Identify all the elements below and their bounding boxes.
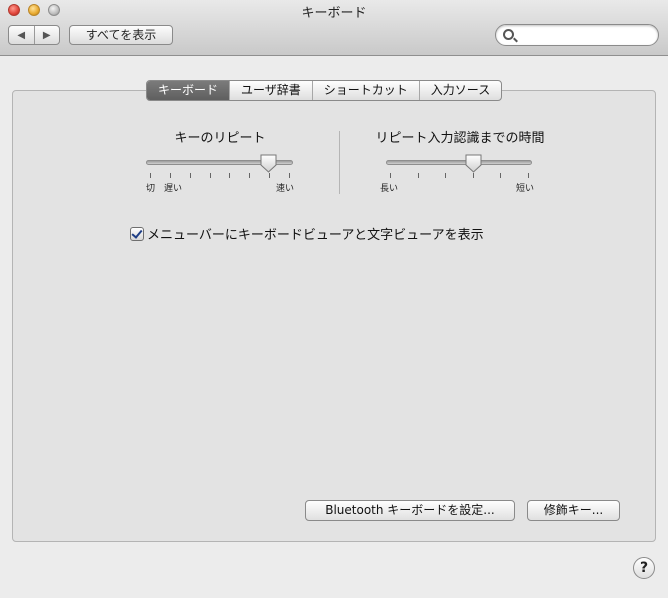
repeat-delay-long-label: 長い (380, 184, 399, 194)
slider-tick (190, 173, 191, 178)
repeat-delay-slider-thumb[interactable] (465, 154, 482, 173)
slider-tick (229, 173, 230, 178)
tab-input-sources[interactable]: 入力ソース (418, 81, 501, 100)
tab-bar: キーボード ユーザ辞書 ショートカット 入力ソース (146, 80, 503, 101)
repeat-delay-ticks (386, 173, 532, 179)
slider-tick (390, 173, 391, 178)
content-panel (12, 90, 656, 542)
key-repeat-slider-thumb[interactable] (260, 154, 277, 173)
show-all-button[interactable]: すべてを表示 (69, 25, 173, 45)
key-repeat-off-label: 切 (146, 184, 156, 194)
modifier-keys-button[interactable]: 修飾キー... (527, 500, 620, 521)
help-button[interactable]: ? (633, 557, 655, 579)
slider-tick (418, 173, 419, 178)
slider-tick (289, 173, 290, 178)
key-repeat-title: キーのリピート (174, 131, 266, 146)
slider-tick (210, 173, 211, 178)
slider-tick (528, 173, 529, 178)
repeat-delay-slider-track[interactable] (386, 160, 532, 165)
slider-tick (445, 173, 446, 178)
forward-arrow-icon: ▶ (42, 29, 51, 41)
back-button[interactable]: ◀ (9, 26, 34, 44)
repeat-delay-title: リピート入力認識までの時間 (375, 131, 545, 146)
window-toolbar: キーボード ◀ ▶ すべてを表示 (0, 0, 668, 56)
keyboard-viewer-checkbox[interactable] (130, 226, 144, 241)
tab-keyboard[interactable]: キーボード (147, 81, 230, 100)
key-repeat-fast-label: 速い (276, 184, 295, 194)
slider-tick (249, 173, 250, 178)
keyboard-viewer-checkbox-label[interactable]: メニューバーにキーボードビューアと文字ビューアを表示 (147, 224, 484, 243)
tab-user-dictionary[interactable]: ユーザ辞書 (229, 81, 312, 100)
slider-tick (473, 173, 474, 178)
repeat-delay-short-label: 短い (516, 184, 535, 194)
slider-tick (500, 173, 501, 178)
slider-tick (150, 173, 151, 178)
back-arrow-icon: ◀ (17, 29, 26, 41)
search-input[interactable] (518, 27, 650, 43)
search-icon (503, 29, 514, 40)
slider-tick (170, 173, 171, 178)
section-divider (339, 131, 340, 194)
key-repeat-ticks (146, 173, 293, 179)
setup-bluetooth-keyboard-button[interactable]: Bluetooth キーボードを設定... (305, 500, 515, 521)
slider-tick (269, 173, 270, 178)
tab-shortcuts[interactable]: ショートカット (311, 81, 419, 100)
keyboard-viewer-option[interactable]: メニューバーにキーボードビューアと文字ビューアを表示 (130, 224, 484, 243)
back-forward-control: ◀ ▶ (8, 25, 60, 45)
forward-button[interactable]: ▶ (33, 26, 60, 44)
key-repeat-slow-label: 遅い (164, 184, 183, 194)
search-field[interactable] (495, 24, 659, 46)
window-title: キーボード (301, 6, 367, 21)
